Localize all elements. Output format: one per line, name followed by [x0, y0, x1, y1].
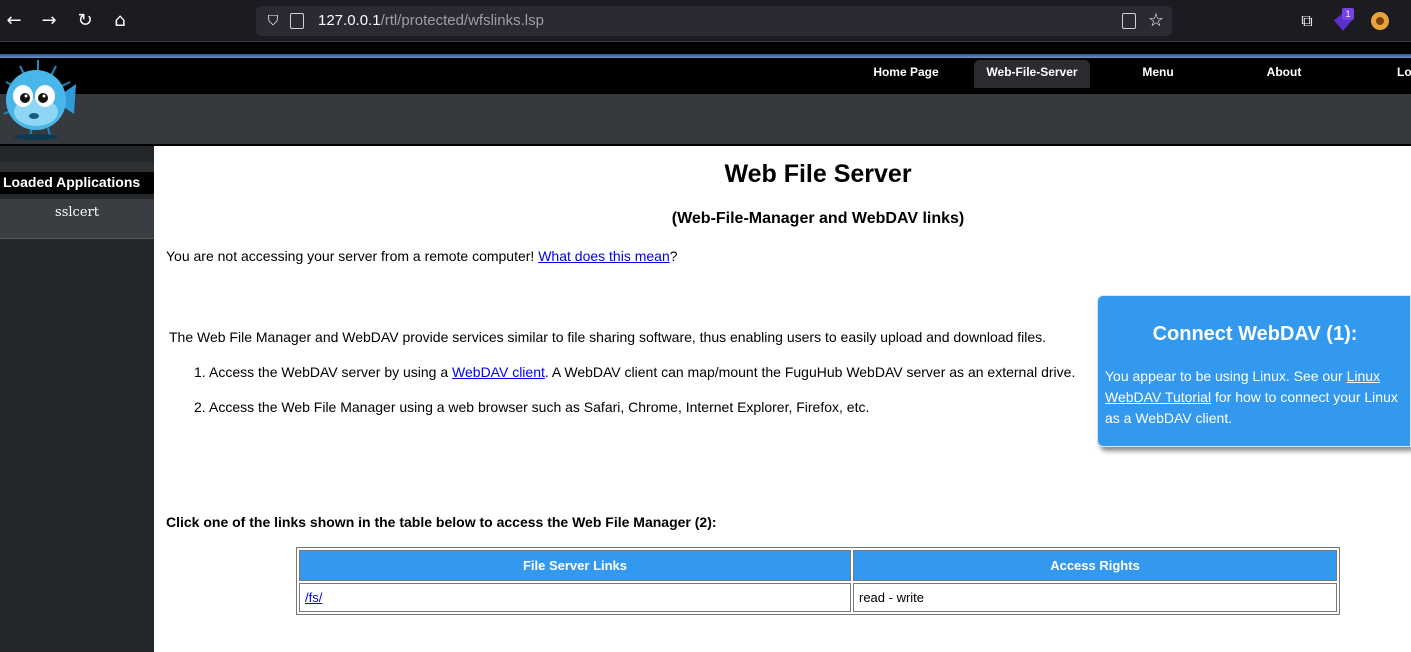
step-text: Access the Web File Manager using a web …	[209, 399, 870, 415]
site-header: Home Page Web-File-Server Menu About Log	[0, 42, 1411, 146]
star-icon[interactable]: ☆	[1146, 10, 1166, 32]
header-band	[0, 94, 1411, 144]
url-host: 127.0.0.1	[318, 12, 381, 29]
remote-notice: You are not accessing your server from a…	[166, 248, 678, 264]
nav-login[interactable]: Log	[1388, 60, 1411, 88]
url-text[interactable]: 127.0.0.1/rtl/protected/wfslinks.lsp	[318, 12, 544, 30]
page-subtitle: (Web-File-Manager and WebDAV links)	[671, 210, 965, 227]
nav-home-page[interactable]: Home Page	[846, 60, 966, 88]
column-header-links: File Server Links	[299, 550, 851, 581]
nav-about[interactable]: About	[1224, 60, 1344, 88]
sidebar-title: Loaded Applications	[0, 172, 154, 194]
table-row: /fs/ read - write	[299, 583, 1337, 612]
forward-icon[interactable]: →	[37, 9, 61, 33]
nav-menu[interactable]: Menu	[1098, 60, 1218, 88]
list-item: 1. Access the WebDAV server by using a We…	[194, 364, 1075, 399]
steps-list: 1. Access the WebDAV server by using a We…	[194, 364, 1075, 434]
webdav-title: Connect WebDAV (1):	[1152, 323, 1358, 345]
list-item: 2. Access the Web File Manager using a we…	[194, 399, 1075, 434]
table-header-row: File Server Links Access Rights	[299, 550, 1337, 581]
back-icon[interactable]: ←	[2, 9, 26, 33]
header-stripe	[0, 54, 1411, 58]
cookie-extension-icon[interactable]	[1371, 12, 1389, 30]
home-icon[interactable]: ⌂	[108, 9, 132, 33]
url-path: /rtl/protected/wfslinks.lsp	[380, 12, 544, 29]
table-cell: /fs/	[299, 583, 851, 612]
extension-badge: 1	[1342, 8, 1354, 20]
what-does-this-mean-link[interactable]: What does this mean	[538, 248, 670, 264]
table-cell: read - write	[853, 583, 1337, 612]
step-number: 1.	[194, 364, 206, 380]
fuguhub-logo[interactable]	[0, 58, 76, 140]
browser-toolbar: ← → ↻ ⌂ ⛉ 127.0.0.1/rtl/protected/wfslin…	[0, 0, 1411, 42]
step-text: Access the WebDAV server by using a	[209, 364, 453, 380]
step-text: . A WebDAV client can map/mount the Fugu…	[544, 364, 1076, 380]
notice-text: You are not accessing your server from a…	[166, 248, 539, 264]
reload-icon[interactable]: ↻	[73, 9, 97, 33]
connect-webdav-panel: Connect WebDAV (1): You appear to be usi…	[1097, 295, 1411, 447]
webdav-text-before: You appear to be using Linux. See our	[1105, 368, 1347, 384]
shield-icon[interactable]: ⛉	[264, 12, 282, 30]
notice-end: ?	[669, 248, 678, 264]
column-header-access: Access Rights	[853, 550, 1337, 581]
reader-icon[interactable]	[1122, 13, 1136, 29]
file-server-links-table: File Server Links Access Rights /fs/ rea…	[296, 547, 1340, 615]
step-number: 2.	[194, 399, 206, 415]
table-lead-text: Click one of the links shown in the tabl…	[166, 514, 717, 530]
webdav-client-link[interactable]: WebDAV client	[452, 364, 545, 380]
webdav-text: You appear to be using Linux. See our Li…	[1105, 366, 1405, 429]
url-bar[interactable]: ⛉ 127.0.0.1/rtl/protected/wfslinks.lsp ☆	[256, 6, 1172, 36]
extensions-icon[interactable]: ⧉	[1296, 10, 1318, 32]
nav-web-file-server[interactable]: Web-File-Server	[974, 60, 1090, 88]
sidebar-item-sslcert[interactable]: sslcert	[0, 199, 154, 239]
intro-text: The Web File Manager and WebDAV provide …	[169, 329, 1047, 345]
fs-link[interactable]: /fs/	[305, 590, 322, 605]
sidebar: Loaded Applications sslcert	[0, 146, 154, 652]
page-title: Web File Server	[724, 160, 912, 188]
page-icon	[290, 13, 304, 29]
